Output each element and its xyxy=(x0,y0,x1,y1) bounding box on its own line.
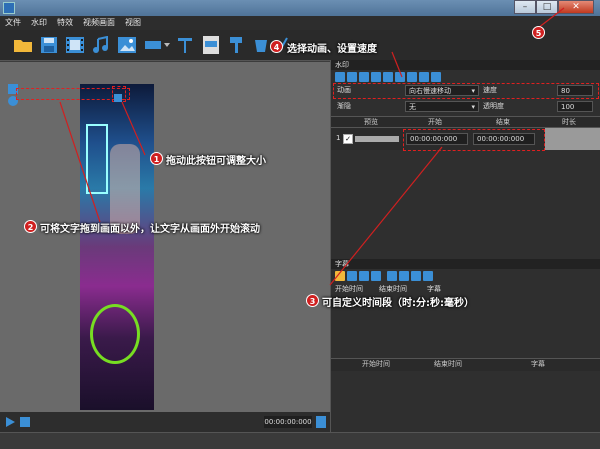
menu-file[interactable]: 文件 xyxy=(0,16,26,30)
end-time-field[interactable]: 00:00:00:000 xyxy=(473,133,535,145)
col-subtitle-text: 字幕 xyxy=(531,360,545,368)
animation-label: 动画 xyxy=(337,86,351,94)
neon-ring xyxy=(90,304,140,364)
menu-bar: 文件 水印 特效 视频画面 视图 xyxy=(0,16,600,30)
speed-spinbox[interactable]: 80 xyxy=(557,85,593,96)
annotation-number-5: 5 xyxy=(532,26,545,39)
open-folder-icon[interactable] xyxy=(12,34,34,56)
fullscreen-icon[interactable] xyxy=(316,416,326,428)
annotation-number-4: 4 xyxy=(270,40,283,53)
col-subtitle-end: 结束时间 xyxy=(434,360,462,368)
align-left-icon[interactable] xyxy=(395,72,405,82)
menu-view[interactable]: 视图 xyxy=(120,16,146,30)
col-preview: 预览 xyxy=(364,118,378,126)
resize-handle-icon[interactable] xyxy=(114,94,122,102)
annotation-number-1: 1 xyxy=(150,152,163,165)
align-middle-icon[interactable] xyxy=(419,72,429,82)
align-right-icon[interactable] xyxy=(407,72,417,82)
shape-dropdown-icon[interactable] xyxy=(144,34,170,56)
align-center-icon[interactable] xyxy=(383,72,393,82)
start-time-value: 00:00:00:000 xyxy=(410,135,458,143)
annotation-text-4: 选择动画、设置速度 xyxy=(287,44,377,55)
subtitle-text-label: 字幕 xyxy=(427,285,441,293)
opacity-value: 100 xyxy=(561,103,575,111)
image-icon[interactable] xyxy=(116,34,138,56)
right-pane: 水印 动画 向右慢速移动 ▾ 速度 80 渐隐 无 ▾ 透明度 100 预览 开… xyxy=(330,60,600,432)
clock-icon[interactable] xyxy=(411,271,421,281)
play-icon[interactable] xyxy=(6,417,15,427)
brush-icon[interactable] xyxy=(226,34,248,56)
col-duration: 时长 xyxy=(562,118,576,126)
style-icon[interactable] xyxy=(387,271,397,281)
align-bottom-icon[interactable] xyxy=(371,72,381,82)
row-checkbox[interactable]: ✓ xyxy=(343,134,353,144)
speed-value: 80 xyxy=(561,87,570,95)
fade-select[interactable]: 无 ▾ xyxy=(405,101,479,112)
settings-icon[interactable] xyxy=(423,271,433,281)
add-subtitle-icon[interactable] xyxy=(359,271,369,281)
status-bar xyxy=(0,432,600,449)
menu-video-frame[interactable]: 视频画面 xyxy=(78,16,120,30)
title-bar: – □ ✕ xyxy=(0,0,600,16)
annotation-text-3: 可自定义时间段（时:分:秒:毫秒） xyxy=(322,298,474,309)
col-subtitle-start: 开始时间 xyxy=(362,360,390,368)
music-icon[interactable] xyxy=(90,34,112,56)
open-subtitle-icon[interactable] xyxy=(335,271,345,281)
start-time-field[interactable]: 00:00:00:000 xyxy=(406,133,468,145)
film-icon[interactable] xyxy=(64,34,86,56)
subtitle-file-icon[interactable] xyxy=(200,34,222,56)
align-justify-icon[interactable] xyxy=(431,72,441,82)
move-down-icon[interactable] xyxy=(347,72,357,82)
opacity-label: 透明度 xyxy=(483,102,504,110)
watermark-panel-title: 水印 xyxy=(331,60,600,70)
stage-prop xyxy=(86,124,108,194)
fade-select-value: 无 xyxy=(409,103,416,111)
stop-icon[interactable] xyxy=(20,417,30,427)
speed-label: 速度 xyxy=(483,86,497,94)
chevron-down-icon: ▾ xyxy=(471,87,475,95)
menu-watermark[interactable]: 水印 xyxy=(26,16,52,30)
window-controls: – □ ✕ xyxy=(514,0,594,14)
duration-cell xyxy=(545,128,600,150)
annotation-number-2: 2 xyxy=(24,220,37,233)
row-preview-thumbnail xyxy=(355,136,399,142)
bucket-icon[interactable] xyxy=(250,34,272,56)
player-time: 00:00:00:000 xyxy=(264,416,312,428)
chevron-down-icon: ▾ xyxy=(471,103,475,111)
minimize-button[interactable]: – xyxy=(514,0,536,14)
preview-pane: × xyxy=(0,62,330,412)
subtitle-list-header: 开始时间 结束时间 字幕 xyxy=(331,358,600,371)
player-bar: 00:00:00:000 xyxy=(0,412,330,432)
subtitle-start-time-label: 开始时间 xyxy=(335,285,363,293)
close-button[interactable]: ✕ xyxy=(558,0,594,14)
watermark-table-header: 预览 开始 结束 时长 xyxy=(331,116,600,128)
app-icon xyxy=(3,2,15,14)
move-up-icon[interactable] xyxy=(335,72,345,82)
menu-effects[interactable]: 特效 xyxy=(52,16,78,30)
fade-label: 渐隐 xyxy=(337,102,351,110)
text-icon[interactable] xyxy=(174,34,196,56)
col-start: 开始 xyxy=(428,118,442,126)
end-time-value: 00:00:00:000 xyxy=(477,135,525,143)
save-icon[interactable] xyxy=(38,34,60,56)
align-top-icon[interactable] xyxy=(359,72,369,82)
maximize-button[interactable]: □ xyxy=(536,0,558,14)
subtitle-panel-title: 字幕 xyxy=(331,259,600,269)
animation-select[interactable]: 向右慢速移动 ▾ xyxy=(405,85,479,96)
opacity-spinbox[interactable]: 100 xyxy=(557,101,593,112)
save-subtitle-icon[interactable] xyxy=(347,271,357,281)
animation-select-value: 向右慢速移动 xyxy=(409,87,451,95)
remove-subtitle-icon[interactable] xyxy=(371,271,381,281)
row-index: 1 xyxy=(336,134,341,142)
edit-icon[interactable] xyxy=(399,271,409,281)
annotation-text-1: 拖动此按钮可调整大小 xyxy=(166,156,266,167)
subtitle-end-time-label: 结束时间 xyxy=(379,285,407,293)
video-frame xyxy=(80,84,154,410)
annotation-text-2: 可将文字拖到画面以外，让文字从画面外开始滚动 xyxy=(40,224,260,235)
col-end: 结束 xyxy=(496,118,510,126)
annotation-number-3: 3 xyxy=(306,294,319,307)
table-row[interactable]: 1 ✓ 00:00:00:000 00:00:00:000 xyxy=(331,128,600,151)
